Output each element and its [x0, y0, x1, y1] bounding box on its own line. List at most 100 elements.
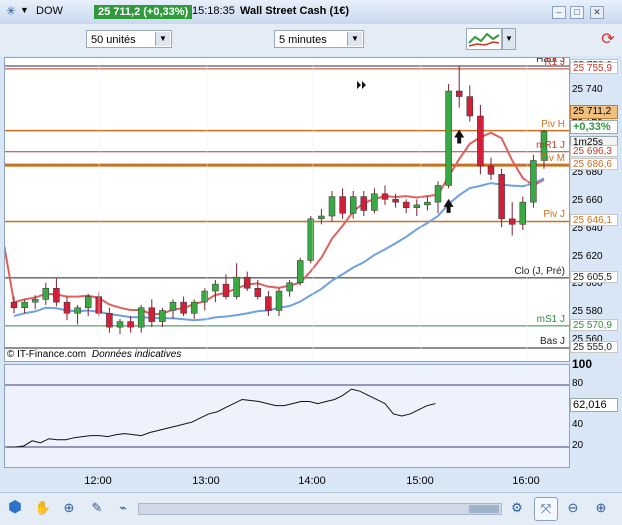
- zoom-fit-icon[interactable]: ⤧: [534, 497, 558, 521]
- level-price-tag: 25 570,9: [570, 318, 618, 331]
- price-change-badge: 25 711,2 (+0,33%): [94, 5, 193, 19]
- candle: [530, 154, 537, 208]
- bottom-toolbar: ⬢ ✋ ⊕ ✎ ⌁ ⚙ ⤧ ⊖ ⊕: [0, 492, 622, 525]
- level-label: R1 J: [544, 57, 565, 68]
- candle: [402, 199, 410, 214]
- oscillator-tick-label: 20: [572, 440, 584, 451]
- time-tick-label: 13:00: [192, 475, 220, 487]
- candle: [455, 66, 463, 108]
- chevron-down-icon[interactable]: ▼: [20, 5, 29, 15]
- chart-footer: © IT-Finance.com Données indicatives: [7, 349, 181, 360]
- time-tick-label: 16:00: [512, 475, 540, 487]
- level-label: Clo (J, Pré): [514, 265, 565, 277]
- level-price-tag: 25 755,9: [570, 61, 618, 74]
- settings-icon[interactable]: ⚙: [506, 497, 528, 519]
- chart-type-button[interactable]: [466, 28, 502, 50]
- candle: [180, 296, 187, 317]
- candle: [296, 257, 304, 286]
- chevron-down-icon: ▼: [155, 32, 170, 46]
- instrument-name: Wall Street Cash (1€): [240, 5, 350, 17]
- chart-type-dropdown[interactable]: ▼: [502, 28, 516, 50]
- oscillator-value-tag: 62,016: [570, 398, 618, 412]
- oscillator-line: [7, 388, 436, 448]
- candle: [508, 202, 516, 236]
- timeline-scrollbar[interactable]: [138, 503, 502, 515]
- watermark-text: © IT-Finance.com: [7, 349, 87, 360]
- zoom-in-icon[interactable]: ⊕: [590, 497, 612, 519]
- level-price-tag: 25 605,5: [570, 270, 618, 283]
- time-tick-label: 15:00: [406, 475, 434, 487]
- chevron-down-icon: ▼: [347, 32, 362, 46]
- clock-time: 15:18:35: [192, 5, 235, 17]
- chart-tools-icon[interactable]: ⬢: [4, 497, 26, 519]
- candle: [169, 299, 177, 319]
- candle: [63, 296, 71, 321]
- candle: [487, 157, 495, 180]
- candle: [265, 291, 272, 317]
- indicator-icon[interactable]: ⌁: [112, 497, 134, 519]
- change-percent-tag: +0,33%: [570, 120, 618, 134]
- chart-type-icon: [468, 32, 500, 47]
- candle: [424, 196, 431, 211]
- maximize-button[interactable]: □: [570, 6, 584, 19]
- level-label: Piv M: [540, 153, 565, 165]
- period-select[interactable]: 5 minutes ▼: [274, 30, 364, 48]
- candle: [21, 299, 28, 314]
- oscillator-canvas: [5, 384, 569, 448]
- candle: [360, 191, 368, 217]
- candle: [212, 279, 219, 303]
- candle: [159, 307, 166, 328]
- candle: [328, 191, 336, 222]
- fast-moving-average: [5, 131, 545, 316]
- candle: [116, 318, 124, 335]
- candle: [127, 316, 134, 333]
- signal-marker-icon: [357, 81, 366, 89]
- time-tick-label: 14:00: [298, 475, 326, 487]
- candle: [477, 104, 484, 175]
- candle: [434, 181, 442, 214]
- crosshair-icon[interactable]: ⊕: [58, 497, 80, 519]
- level-label: Bas J: [539, 336, 565, 347]
- period-select-value: 5 minutes: [279, 34, 327, 46]
- candle: [148, 299, 156, 328]
- candle: [74, 304, 81, 325]
- time-tick-label: 12:00: [84, 475, 112, 487]
- candle: [466, 85, 474, 122]
- oscillator-tick-label: 80: [572, 378, 584, 389]
- symbol-label: DOW: [36, 5, 63, 17]
- units-select[interactable]: 50 unités ▼: [86, 30, 172, 48]
- buy-arrow-icon: [454, 129, 465, 144]
- level-price-tag: 25 686,6: [570, 158, 618, 171]
- candle: [339, 188, 346, 219]
- level-price-tag: 25 696,3: [570, 144, 618, 157]
- price-tick-label: 25 740: [572, 84, 603, 95]
- candle: [137, 304, 145, 333]
- close-button[interactable]: ✕: [590, 6, 604, 19]
- price-tick-label: 25 580: [572, 306, 603, 318]
- chart-toolbar: 50 unités ▼ 5 minutes ▼ ▼ ⟳: [0, 24, 622, 56]
- scrollbar-thumb[interactable]: [469, 505, 499, 513]
- candle: [286, 279, 293, 297]
- pencil-icon[interactable]: ✎: [86, 497, 108, 519]
- candle: [243, 271, 251, 292]
- price-chart-canvas: [5, 58, 569, 361]
- candle: [10, 296, 18, 314]
- minimize-button[interactable]: –: [552, 6, 566, 19]
- level-label: mS1 J: [536, 313, 565, 325]
- window-menu-icon[interactable]: ✳: [6, 4, 16, 18]
- price-chart[interactable]: © IT-Finance.com Données indicatives Hau…: [4, 57, 570, 362]
- candle: [53, 278, 60, 307]
- zoom-out-icon[interactable]: ⊖: [562, 497, 584, 519]
- oscillator-tick-label: 100: [572, 357, 593, 372]
- level-label: mR1 J: [536, 139, 565, 151]
- hand-icon[interactable]: ✋: [32, 497, 54, 519]
- refresh-icon[interactable]: ⟳: [598, 28, 618, 52]
- level-price-tag: 25 646,1: [570, 214, 618, 227]
- disclaimer-text: Données indicatives: [91, 349, 182, 360]
- units-select-value: 50 unités: [91, 34, 136, 46]
- title-bar: ✳ ▼ DOW 25 711,2 (+0,33%) 15:18:35 Wall …: [0, 0, 622, 25]
- level-label: Piv H: [541, 118, 565, 130]
- candle: [445, 84, 452, 189]
- oscillator-pane[interactable]: [4, 364, 570, 468]
- candle: [190, 299, 198, 319]
